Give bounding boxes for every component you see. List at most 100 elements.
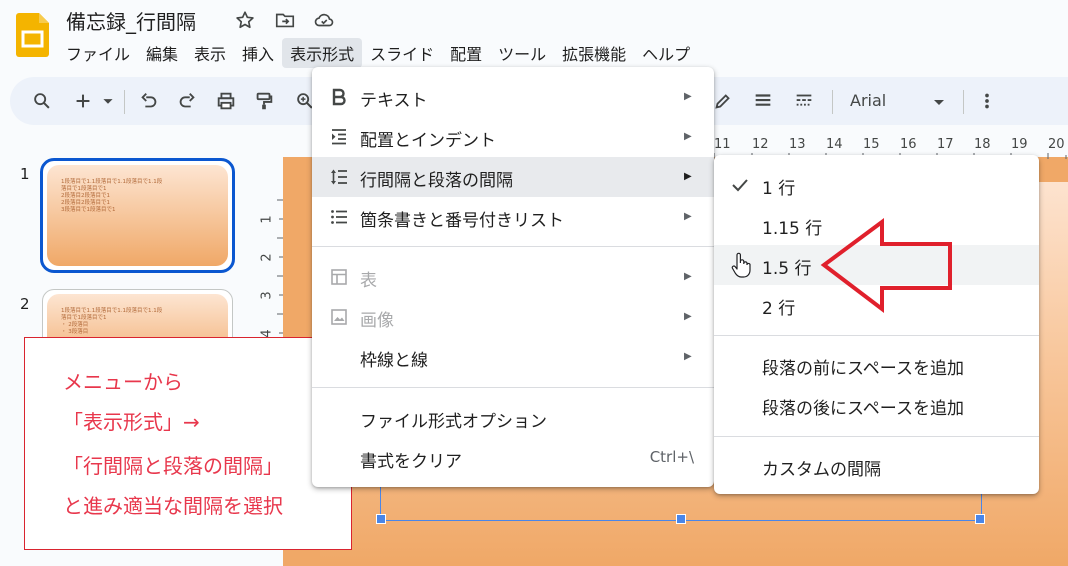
- font-select-value: Arial: [850, 91, 887, 110]
- format-menu-item-table[interactable]: 表 ▶: [312, 257, 714, 297]
- menu-view[interactable]: 表示: [186, 38, 234, 68]
- slide-thumbnail-preview: 1段落目で1.1段落目で1.1段落目で1.1段 落目で1段落目で1 2段落目2段…: [47, 165, 228, 266]
- slide-thumbnail-1[interactable]: 1段落目で1.1段落目で1.1段落目で1.1段 落目で1段落目で1 2段落目2段…: [40, 158, 235, 273]
- menu-item-label: 行間隔と段落の間隔: [360, 171, 513, 191]
- toolbar-divider: [832, 90, 833, 114]
- ruler-label: 20: [1048, 137, 1065, 152]
- format-menu-item-format-options[interactable]: ファイル形式オプション: [312, 398, 714, 438]
- menu-item-label: 1 行: [762, 179, 796, 199]
- annotation-line: メニューから: [63, 370, 183, 394]
- pen-icon[interactable]: [712, 90, 734, 112]
- ruler-label: 19: [1011, 137, 1028, 152]
- add-space-after-paragraph[interactable]: 段落の後にスペースを追加: [714, 385, 1039, 425]
- annotation-line: と進み適当な間隔を選択: [63, 494, 283, 518]
- submenu-arrow-icon: ▶: [684, 351, 692, 362]
- slides-logo-icon[interactable]: [16, 13, 49, 57]
- image-icon: [331, 309, 347, 325]
- ruler-label: 12: [752, 137, 769, 152]
- submenu-arrow-icon: ▶: [684, 131, 692, 142]
- menu-edit[interactable]: 編集: [138, 38, 186, 68]
- submenu-arrow-icon: ▶: [684, 171, 692, 182]
- annotation-line: 「行間隔と段落の間隔」: [63, 454, 283, 478]
- star-icon[interactable]: [234, 9, 256, 31]
- annotation-line: 「表示形式」→: [63, 410, 200, 434]
- resize-handle[interactable]: [376, 514, 386, 524]
- menu-item-label: 書式をクリア: [360, 452, 462, 472]
- ruler-label: 13: [789, 137, 806, 152]
- menu-extensions[interactable]: 拡張機能: [554, 38, 634, 68]
- menu-item-label: 段落の前にスペースを追加: [762, 359, 964, 379]
- menu-tools[interactable]: ツール: [490, 38, 554, 68]
- menu-item-label: 枠線と線: [360, 351, 428, 371]
- menu-item-label: 画像: [360, 311, 394, 331]
- paint-format-icon[interactable]: [253, 90, 275, 112]
- undo-icon[interactable]: [138, 90, 160, 112]
- checkmark-icon: [732, 179, 748, 192]
- submenu-arrow-icon: ▶: [684, 271, 692, 282]
- menu-insert[interactable]: 挿入: [234, 38, 282, 68]
- ruler-label: 3: [259, 291, 275, 300]
- chevron-down-icon: [934, 100, 944, 105]
- submenu-arrow-icon: ▶: [684, 311, 692, 322]
- menu-divider: [714, 335, 1039, 336]
- menu-arrange[interactable]: 配置: [442, 38, 490, 68]
- toolbar-divider: [963, 90, 964, 114]
- spacing-option-1[interactable]: 1 行: [714, 165, 1039, 205]
- menu-item-label: カスタムの間隔: [762, 460, 881, 480]
- submenu-arrow-icon: ▶: [684, 91, 692, 102]
- print-icon[interactable]: [215, 90, 237, 112]
- annotation-box: メニューから 「表示形式」→ 「行間隔と段落の間隔」 と進み適当な間隔を選択: [24, 337, 352, 550]
- annotation-arrow: [820, 218, 952, 314]
- toolbar-divider: [124, 90, 125, 114]
- menu-item-label: 配置とインデント: [360, 131, 496, 151]
- menu-item-label: 箇条書きと番号付きリスト: [360, 211, 564, 231]
- ruler-label: 1: [259, 215, 275, 224]
- resize-handle[interactable]: [676, 514, 686, 524]
- menu-help[interactable]: ヘルプ: [634, 38, 698, 68]
- menu-slide[interactable]: スライド: [362, 38, 442, 68]
- line-spacing-submenu: 1 行 1.15 行 1.5 行 2 行 段落の前にスペースを追加 段落の後にス…: [714, 155, 1039, 494]
- resize-handle[interactable]: [975, 514, 985, 524]
- menu-item-label: テキスト: [360, 91, 428, 111]
- redo-icon[interactable]: [176, 90, 198, 112]
- ruler-label: 11: [714, 137, 731, 152]
- format-menu-item-clear-formatting[interactable]: 書式をクリア Ctrl+\: [312, 438, 714, 478]
- menu-item-label: 表: [360, 271, 377, 291]
- menu-format[interactable]: 表示形式: [282, 38, 363, 68]
- format-menu-item-bullets[interactable]: 箇条書きと番号付きリスト ▶: [312, 197, 714, 237]
- add-space-before-paragraph[interactable]: 段落の前にスペースを追加: [714, 345, 1039, 385]
- document-title[interactable]: 備忘録_行間隔: [66, 6, 196, 35]
- border-weight-icon[interactable]: [752, 90, 774, 112]
- format-menu-item-line-spacing[interactable]: 行間隔と段落の間隔 ▶: [312, 157, 714, 197]
- border-dash-icon[interactable]: [793, 90, 815, 112]
- more-vert-icon[interactable]: [976, 90, 998, 112]
- bold-icon: [332, 88, 346, 106]
- menu-item-label: 1.15 行: [762, 219, 823, 239]
- slide-number: 2: [20, 295, 30, 313]
- custom-spacing[interactable]: カスタムの間隔: [714, 446, 1039, 486]
- ruler-label: 14: [826, 137, 843, 152]
- ruler-label: 16: [900, 137, 917, 152]
- menu-item-label: 1.5 行: [762, 259, 812, 279]
- chevron-down-icon[interactable]: [101, 90, 115, 112]
- bulleted-list-icon: [331, 210, 347, 224]
- ruler-label: 15: [863, 137, 880, 152]
- hand-cursor-icon: [731, 252, 751, 278]
- font-select[interactable]: Arial: [850, 91, 962, 113]
- menu-file[interactable]: ファイル: [58, 38, 138, 68]
- ruler-label: 17: [937, 137, 954, 152]
- format-menu-item-align-indent[interactable]: 配置とインデント ▶: [312, 117, 714, 157]
- format-menu-item-image[interactable]: 画像 ▶: [312, 297, 714, 337]
- format-menu-item-text[interactable]: テキスト ▶: [312, 77, 714, 117]
- format-menu-item-borders-lines[interactable]: 枠線と線 ▶: [312, 337, 714, 377]
- add-icon[interactable]: [72, 90, 94, 112]
- indent-icon: [332, 129, 346, 145]
- slide-thumbnail-text: 1段落目で1.1段落目で1.1段落目で1.1段 落目で1段落目で1 ・ 2段落目…: [61, 308, 163, 335]
- move-to-folder-icon[interactable]: [274, 9, 296, 31]
- search-icon[interactable]: [31, 90, 53, 112]
- cloud-saved-icon[interactable]: [313, 9, 335, 31]
- format-menu: テキスト ▶ 配置とインデント ▶ 行間隔と段落の間隔 ▶ 箇条書きと番号付きリ…: [312, 67, 714, 487]
- menu-divider: [312, 387, 714, 388]
- submenu-arrow-icon: ▶: [684, 211, 692, 222]
- menu-divider: [714, 436, 1039, 437]
